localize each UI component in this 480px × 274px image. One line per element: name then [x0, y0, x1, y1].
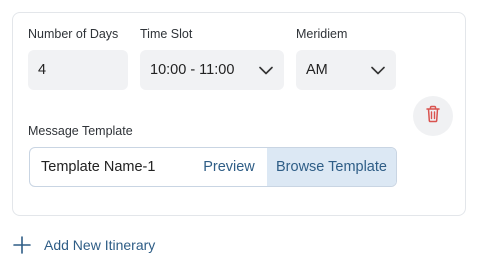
add-new-itinerary-label: Add New Itinerary [44, 237, 156, 253]
time-slot-label: Time Slot [140, 27, 193, 41]
meridiem-select[interactable]: AM [296, 50, 396, 90]
message-template-group: Template Name-1 Preview Browse Template [29, 147, 397, 187]
days-input[interactable]: 4 [28, 50, 128, 90]
meridiem-label: Meridiem [296, 27, 348, 41]
time-slot-select[interactable]: 10:00 - 11:00 [140, 50, 284, 90]
days-value: 4 [38, 62, 47, 78]
days-label: Number of Days [28, 27, 119, 41]
message-template-label: Message Template [28, 124, 133, 138]
add-new-itinerary-button[interactable]: Add New Itinerary [12, 234, 155, 256]
chevron-down-icon [369, 61, 387, 79]
time-slot-value: 10:00 - 11:00 [150, 62, 235, 78]
plus-icon [12, 235, 32, 255]
delete-itinerary-button[interactable] [413, 96, 453, 136]
template-name: Template Name-1 [41, 159, 156, 175]
browse-template-button[interactable]: Browse Template [267, 148, 396, 186]
itinerary-card: Number of Days 4 Time Slot 10:00 - 11:00… [12, 12, 466, 216]
preview-button[interactable]: Preview [191, 148, 267, 186]
trash-icon [425, 105, 441, 128]
meridiem-value: AM [306, 62, 328, 78]
chevron-down-icon [257, 61, 275, 79]
